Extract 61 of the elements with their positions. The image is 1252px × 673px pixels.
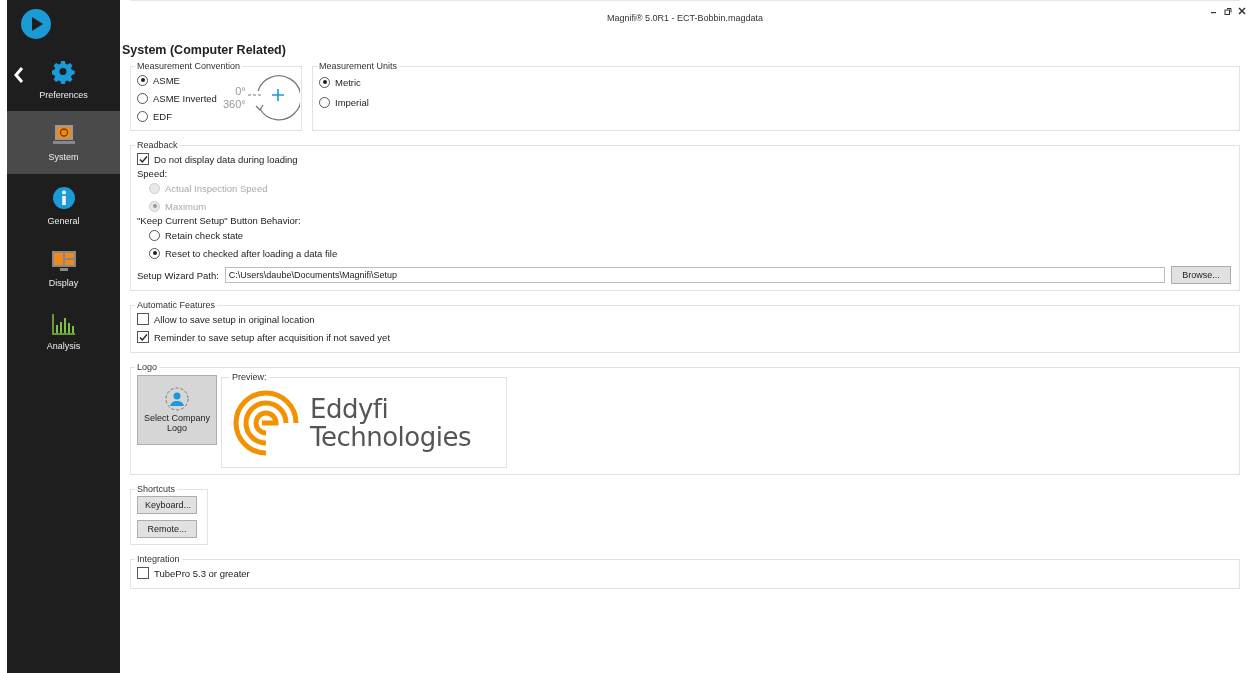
restore-icon[interactable] — [1224, 7, 1232, 15]
group-title: Automatic Features — [136, 300, 217, 310]
checkbox-label: TubePro 5.3 or greater — [154, 567, 250, 579]
page-heading: System (Computer Related) — [122, 43, 287, 57]
option-label: ASME Inverted — [153, 92, 217, 104]
sidebar-item[interactable]: General — [7, 174, 120, 237]
gear-icon — [51, 59, 76, 84]
radio-button[interactable] — [137, 92, 148, 104]
angle-label: 0° — [235, 85, 246, 98]
option-label: Maximum — [165, 200, 207, 212]
section-label: Speed: — [137, 168, 168, 179]
close-icon[interactable] — [1238, 7, 1246, 15]
bar-chart-icon — [51, 312, 76, 335]
group-title: Measurement Units — [318, 61, 399, 71]
logo-mark-icon — [232, 388, 300, 457]
logo-text: Eddyfi — [310, 394, 390, 423]
shortcut-button[interactable]: Keyboard... — [137, 496, 197, 514]
checkbox-label: Do not display data during loading — [154, 153, 298, 165]
info-icon — [51, 185, 76, 210]
checkbox[interactable] — [137, 153, 149, 165]
option-label: Actual Inspection Speed — [165, 182, 268, 194]
radio-button[interactable] — [149, 229, 160, 241]
section-label: "Keep Current Setup" Button Behavior: — [137, 215, 301, 226]
option-label: Imperial — [335, 96, 369, 108]
radio-button[interactable] — [149, 247, 160, 259]
radio-button[interactable] — [319, 96, 330, 108]
checkbox[interactable] — [137, 313, 149, 325]
field-label: Setup Wizard Path: — [137, 269, 219, 281]
browse-button[interactable]: Browse... — [1171, 266, 1231, 284]
group-title: Preview: — [231, 372, 268, 382]
angle-label: 360° — [222, 98, 246, 111]
group-title: Integration — [136, 554, 181, 564]
layout-icon — [50, 249, 77, 272]
checkbox-label: Allow to save setup in original location — [154, 313, 315, 325]
play-logo-icon — [21, 9, 51, 39]
sidebar-item[interactable]: Display — [7, 237, 120, 300]
group-title: Readback — [136, 140, 179, 150]
sidebar-item[interactable]: Preferences — [7, 48, 120, 111]
person-icon — [165, 387, 189, 411]
option-label: EDF — [153, 110, 172, 122]
select-logo-button[interactable]: Select Company Logo — [137, 375, 217, 445]
window-title: Magnifi® 5.0R1 - ECT-Bobbin.magdata — [606, 13, 764, 23]
checkbox[interactable] — [137, 567, 149, 579]
radio-button[interactable] — [137, 110, 148, 122]
sidebar-item[interactable]: Analysis — [7, 300, 120, 363]
shortcut-button[interactable]: Remote... — [137, 520, 197, 538]
path-field[interactable]: C:\Users\daube\Documents\Magnifi\Setup — [224, 267, 1165, 283]
option-label: Retain check state — [165, 229, 244, 241]
group-title: Logo — [136, 362, 159, 372]
option-label: Metric — [335, 76, 361, 88]
checkbox[interactable] — [137, 331, 149, 343]
option-label: ASME — [153, 74, 180, 86]
option-label: Reset to checked after loading a data file — [165, 247, 338, 259]
radio-button[interactable] — [319, 76, 330, 88]
group-title: Shortcuts — [136, 484, 177, 494]
radio-button[interactable] — [137, 74, 148, 86]
sidebar-item[interactable]: System — [7, 111, 120, 174]
monitor-icon — [51, 123, 76, 146]
group-title: Measurement Convention — [136, 61, 242, 71]
checkbox-label: Reminder to save setup after acquisition if not saved yet — [154, 331, 391, 343]
rotation-diagram-drawing — [247, 73, 300, 123]
